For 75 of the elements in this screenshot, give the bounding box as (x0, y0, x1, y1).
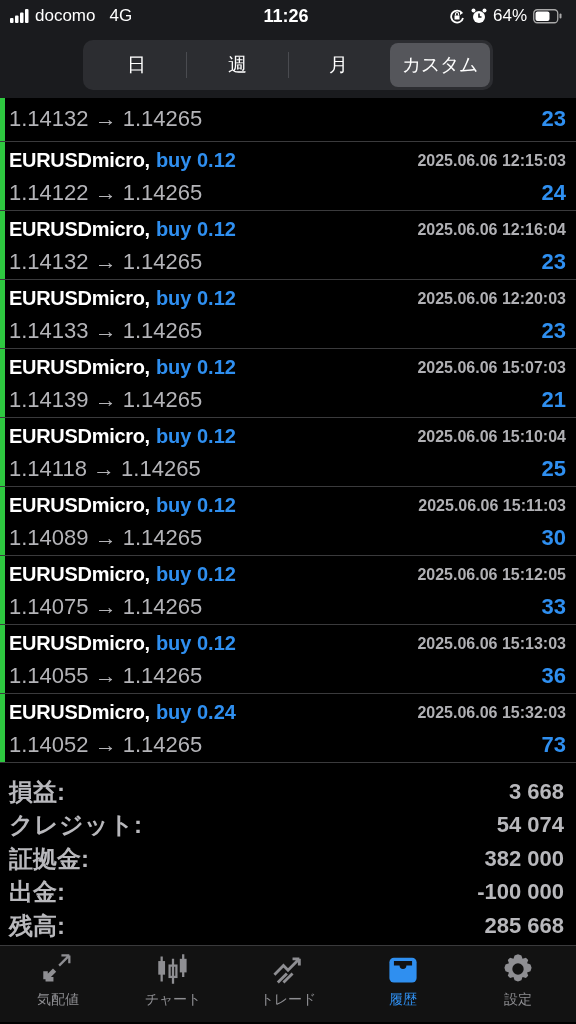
summary-value: 3 668 (508, 778, 564, 805)
period-tab[interactable]: 月 (288, 43, 389, 87)
order-type: buy 0.12 (155, 218, 236, 240)
price-range: 1.14089 → 1.14265 (9, 524, 203, 551)
summary-value: 382 000 (484, 845, 564, 872)
alarm-icon (471, 8, 487, 24)
signal-icon (10, 9, 29, 23)
order-type: buy 0.12 (155, 494, 236, 516)
period-tab[interactable]: 日 (86, 43, 187, 87)
symbol-name: EURUSDmicro, (9, 701, 150, 723)
price-range: 1.14075 → 1.14265 (9, 593, 203, 620)
profit-value: 23 (541, 105, 566, 132)
deal-time: 2025.06.06 15:10:04 (417, 427, 566, 446)
deal-time: 2025.06.06 15:13:03 (417, 634, 566, 653)
symbol-name: EURUSDmicro, (9, 356, 150, 378)
symbol-name: EURUSDmicro, (9, 494, 150, 516)
carrier-name: docomo (35, 6, 96, 26)
period-tab[interactable]: カスタム (389, 43, 490, 87)
deal-time: 2025.06.06 12:20:03 (417, 289, 566, 308)
symbol-name: EURUSDmicro, (9, 149, 150, 171)
candlestick-icon (155, 952, 190, 986)
order-type: buy 0.12 (155, 563, 236, 585)
tab-bar-item[interactable]: トレード (230, 952, 346, 1022)
summary-label: 出金: (9, 877, 65, 908)
price-range: 1.14132 → 1.14265 (9, 248, 203, 275)
tab-bar-item[interactable]: 履歴 (345, 952, 461, 1022)
deal-time: 2025.06.06 12:15:03 (417, 151, 566, 170)
deal-time: 2025.06.06 15:12:05 (417, 565, 566, 584)
order-type: buy 0.12 (155, 287, 236, 309)
order-type: buy 0.12 (155, 149, 236, 171)
profit-value: 36 (541, 662, 566, 689)
tab-bar-item[interactable]: チャート (115, 952, 231, 1022)
price-range: 1.14118 → 1.14265 (9, 455, 201, 482)
battery-icon (533, 8, 562, 24)
profit-value: 25 (541, 455, 566, 482)
profit-value: 21 (541, 386, 566, 413)
summary-label: 残高: (9, 910, 65, 941)
symbol-name: EURUSDmicro, (9, 218, 150, 240)
profit-value: 73 (541, 731, 566, 758)
clock-time: 11:26 (263, 5, 309, 26)
summary-label: 損益: (9, 776, 65, 807)
profit-value: 23 (541, 248, 566, 275)
price-range: 1.14122 → 1.14265 (9, 179, 203, 206)
price-range: 1.14052 → 1.14265 (9, 731, 203, 758)
symbol-name: EURUSDmicro, (9, 563, 150, 585)
price-range: 1.14139 → 1.14265 (9, 386, 203, 413)
price-range: 1.14132 → 1.14265 (9, 105, 203, 132)
summary-value: 54 074 (496, 812, 564, 839)
symbol-name: EURUSDmicro, (9, 287, 150, 309)
deal-time: 2025.06.06 12:16:04 (417, 220, 566, 239)
tab-bar-item[interactable]: 気配値 (0, 952, 116, 1022)
profit-value: 33 (541, 593, 566, 620)
order-type: buy 0.12 (155, 356, 236, 378)
order-type: buy 0.12 (155, 425, 236, 447)
summary-label: 証拠金: (9, 843, 89, 874)
battery-percent: 64% (493, 6, 527, 26)
deal-time: 2025.06.06 15:11:03 (418, 496, 566, 515)
symbol-name: EURUSDmicro, (9, 632, 150, 654)
order-type: buy 0.12 (155, 632, 236, 654)
rotation-lock-icon (449, 8, 465, 24)
price-range: 1.14133 → 1.14265 (9, 317, 203, 344)
deal-time: 2025.06.06 15:32:03 (417, 703, 566, 722)
period-tab[interactable]: 週 (187, 43, 288, 87)
profit-value: 24 (541, 179, 566, 206)
network-type: 4G (109, 6, 133, 26)
profit-value: 30 (541, 524, 566, 551)
summary-value: 285 668 (484, 912, 564, 939)
deal-time: 2025.06.06 15:07:03 (417, 358, 566, 377)
summary-value: -100 000 (477, 879, 564, 906)
price-range: 1.14055 → 1.14265 (9, 662, 203, 689)
order-type: buy 0.24 (155, 701, 236, 723)
symbol-name: EURUSDmicro, (9, 425, 150, 447)
summary-label: クレジット: (9, 810, 142, 841)
profit-value: 23 (541, 317, 566, 344)
tab-bar-item[interactable]: 設定 (460, 952, 576, 1022)
